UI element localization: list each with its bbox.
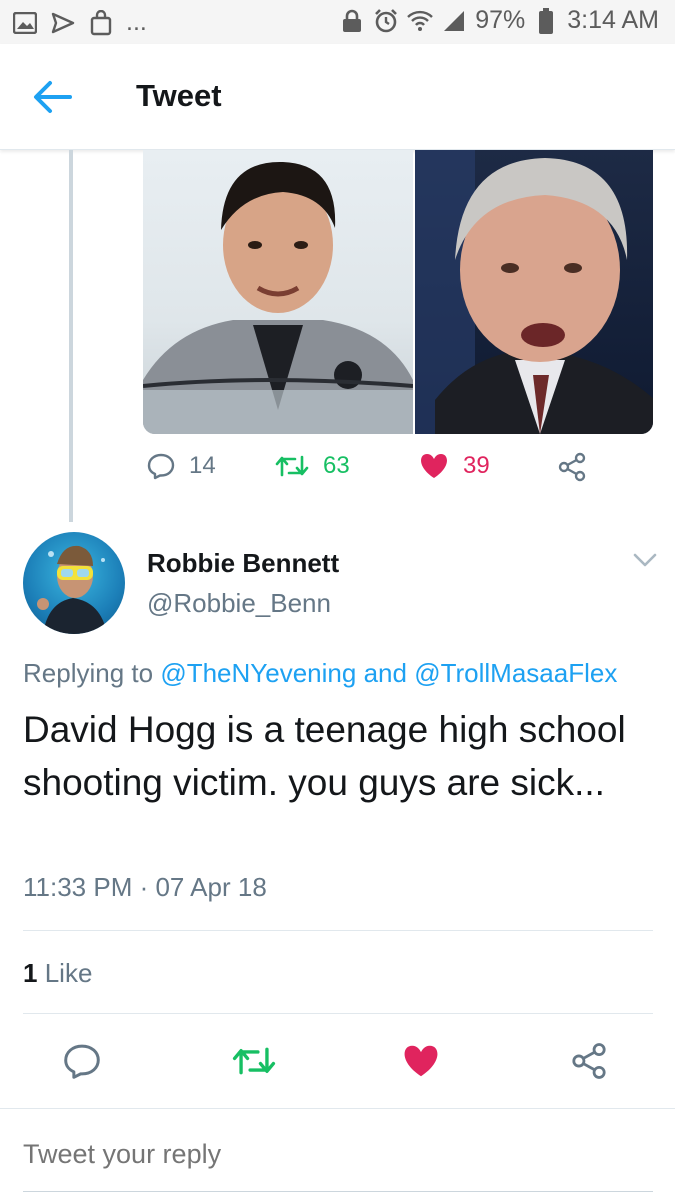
lock-icon [339,8,365,34]
mention-and[interactable]: and [364,658,407,688]
status-bar: ... 97% 3:14 AM [0,0,675,44]
replying-to-label: Replying to [23,658,154,688]
likes-label: Like [44,958,93,988]
reply-icon [64,1044,100,1079]
user-display-name[interactable]: Robbie Bennett [147,548,339,579]
reply-button[interactable] [57,1036,107,1086]
more-notifications: ... [126,8,147,36]
tweet-media[interactable] [143,150,653,434]
share-action[interactable] [557,452,587,482]
user-handle[interactable]: @Robbie_Benn [147,588,331,619]
divider [23,1013,653,1014]
shopping-bag-icon [88,9,114,36]
mention-link-2[interactable]: @TrollMasaaFlex [414,658,617,688]
previous-tweet-actions: 14 63 39 [143,452,623,492]
send-notification-icon [50,10,76,36]
avatar[interactable] [23,532,125,634]
like-count: 39 [463,452,490,479]
notification-icons: ... [12,8,147,37]
tweet-text: David Hogg is a teenage high school shoo… [23,709,626,803]
media-photo-right[interactable] [415,150,653,434]
reply-count: 14 [189,452,216,479]
retweet-action[interactable]: 63 [275,452,350,480]
reply-icon [147,453,175,480]
clock: 3:14 AM [567,6,659,34]
page-title: Tweet [136,78,222,113]
reply-input-underline [23,1191,653,1192]
back-arrow-icon [34,81,72,113]
chevron-down-icon [633,553,657,567]
share-button[interactable] [564,1036,614,1086]
likes-summary[interactable]: 1 Like [23,958,92,989]
like-action[interactable]: 39 [419,452,490,480]
like-button[interactable] [396,1036,446,1086]
image-notification-icon [12,10,38,36]
reply-input[interactable] [23,1139,653,1170]
diver-avatar-image [37,545,107,634]
tweet-options-button[interactable] [630,550,660,570]
share-icon [558,452,586,482]
media-photo-left[interactable] [143,150,414,434]
battery-icon [533,7,559,34]
tweet-actions [0,1036,675,1086]
share-icon [572,1043,606,1079]
battery-percent: 97% [475,6,526,34]
replying-to-line: Replying to @TheNYevening and @TrollMasa… [23,658,617,689]
reply-action[interactable]: 14 [147,452,216,480]
system-status: 97% 3:14 AM [339,6,659,35]
divider [23,930,653,931]
signal-icon [441,8,467,34]
app-header: Tweet [0,44,675,150]
heart-filled-icon [404,1045,438,1077]
back-button[interactable] [32,80,72,114]
reply-composer [0,1108,675,1200]
thread-connector-line [69,150,73,522]
retweet-icon [232,1047,276,1075]
heart-filled-icon [421,454,447,478]
person-speaking-image [143,161,414,434]
older-man-image [415,150,653,434]
retweet-icon [275,455,309,477]
likes-count: 1 [23,958,38,988]
tweet-timestamp: 11:33 PM · 07 Apr 18 [23,872,267,902]
alarm-icon [373,8,399,34]
mention-link-1[interactable]: @TheNYevening [160,658,356,688]
retweet-count: 63 [323,452,350,479]
wifi-icon [407,8,434,34]
retweet-button[interactable] [229,1036,279,1086]
